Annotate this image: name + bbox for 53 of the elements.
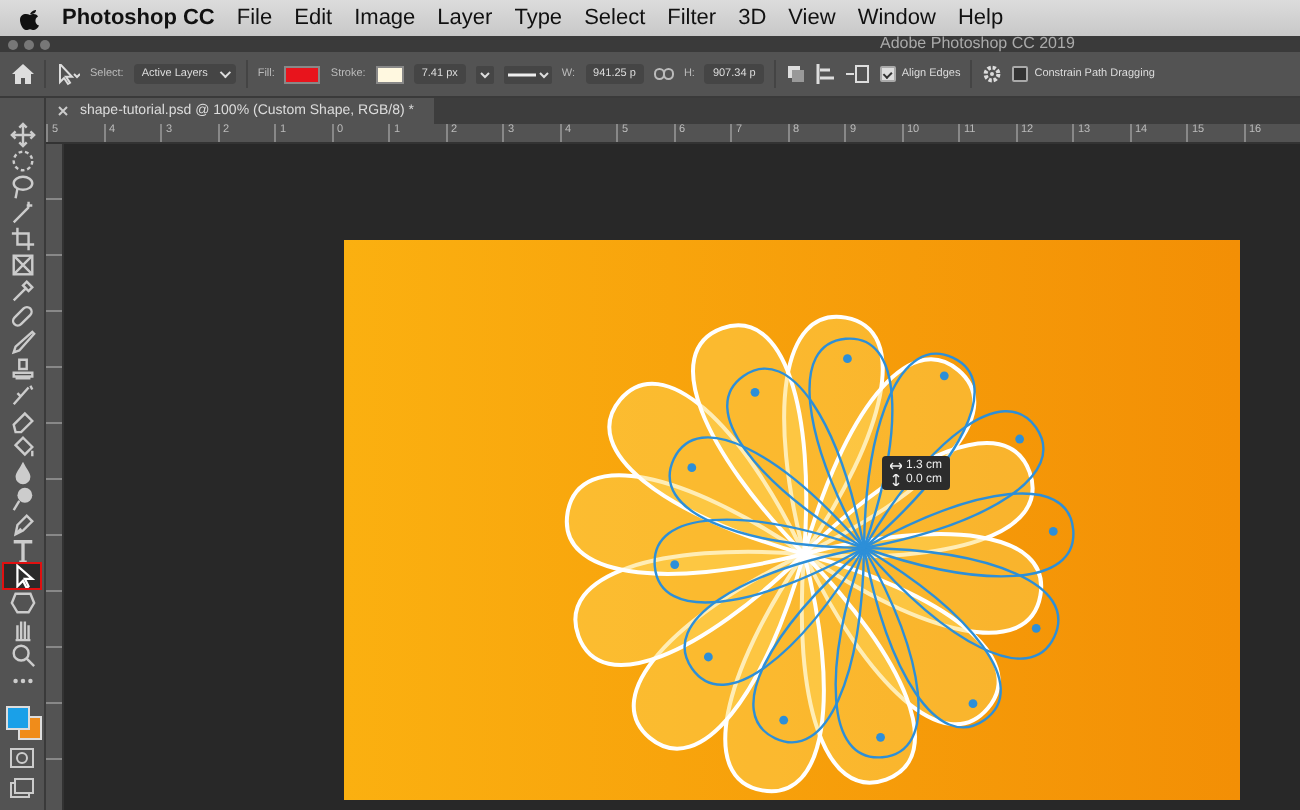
window-title: Adobe Photoshop CC 2019 <box>880 34 1075 54</box>
eyedropper-tool-icon <box>9 277 35 303</box>
path-arrangement-icon[interactable] <box>845 64 870 84</box>
tool-button[interactable] <box>4 564 40 588</box>
menu-item[interactable]: 3D <box>738 6 767 30</box>
screen-mode-icon[interactable] <box>10 778 34 798</box>
lasso-tool-icon <box>9 173 35 199</box>
dropdown-caret-icon[interactable] <box>475 65 494 83</box>
zoom-window-icon[interactable] <box>40 39 50 49</box>
path-alignment-icon[interactable] <box>815 64 836 84</box>
home-icon[interactable] <box>12 64 34 84</box>
brush-tool-icon <box>9 329 35 355</box>
menu-item[interactable]: Layer <box>437 6 493 30</box>
history-tool-icon <box>9 381 35 407</box>
close-window-icon[interactable] <box>8 39 18 49</box>
menu-item[interactable]: Edit <box>294 6 333 30</box>
heal-tool-icon <box>9 303 35 329</box>
shape-tool-icon <box>9 589 35 615</box>
vertical-arrow-icon <box>890 474 902 486</box>
move-tool-icon <box>9 121 35 147</box>
apple-logo-icon[interactable] <box>20 7 40 29</box>
app-name-menu[interactable]: Photoshop CC <box>62 6 215 30</box>
stroke-type-dropdown-icon[interactable] <box>503 65 552 83</box>
minimize-window-icon[interactable] <box>24 39 34 49</box>
marquee-tool-icon <box>9 147 35 173</box>
frame-tool-icon <box>9 251 35 277</box>
crop-tool-icon <box>9 225 35 251</box>
stamp-tool-icon <box>9 355 35 381</box>
dodge-tool-icon <box>9 485 35 511</box>
fill-swatch[interactable] <box>284 65 321 83</box>
menu-item[interactable]: Help <box>957 6 1004 30</box>
link-icon[interactable] <box>653 68 674 80</box>
bucket-tool-icon <box>9 433 35 459</box>
type-tool-icon <box>9 537 35 563</box>
path-operations-icon[interactable] <box>785 64 806 84</box>
close-icon[interactable] <box>58 106 68 116</box>
color-swatches-icon[interactable] <box>4 706 40 738</box>
arrow-cursor-icon[interactable] <box>56 63 80 85</box>
zoom-tool-icon <box>9 641 35 667</box>
menu-item[interactable]: View <box>788 6 836 30</box>
settings-icon[interactable] <box>982 64 1003 84</box>
horizontal-arrow-icon <box>890 462 902 470</box>
pen-tool-icon <box>9 511 35 537</box>
wand-tool-icon <box>9 199 35 225</box>
quick-mask-icon[interactable] <box>10 748 34 768</box>
eraser-tool-icon <box>9 407 35 433</box>
menu-item[interactable]: Select <box>584 6 646 30</box>
menu-item[interactable]: Image <box>354 6 416 30</box>
menu-item[interactable]: File <box>236 6 273 30</box>
menu-item[interactable]: Window <box>857 6 936 30</box>
menu-item[interactable]: Type <box>514 6 563 30</box>
menu-item[interactable]: Filter <box>667 6 717 30</box>
stroke-swatch[interactable] <box>375 65 404 83</box>
